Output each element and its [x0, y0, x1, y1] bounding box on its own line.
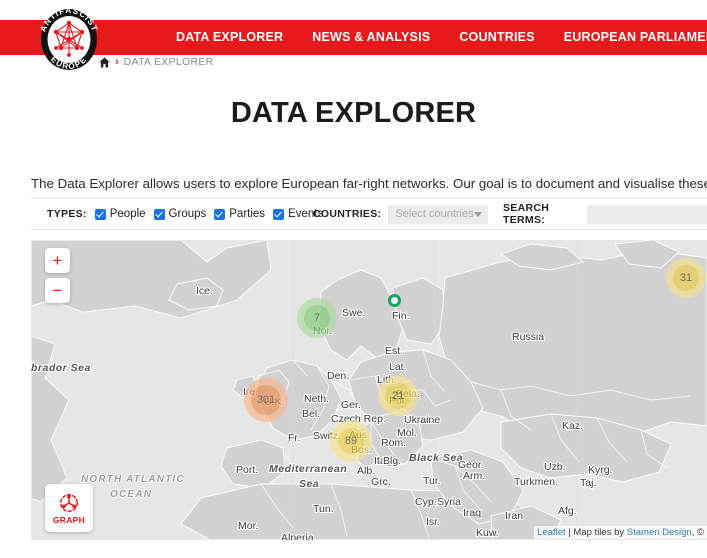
breadcrumb: › DATA EXPLORER	[99, 54, 214, 70]
map-cluster-count: 31	[673, 265, 699, 291]
checkbox-parties-box[interactable]	[214, 208, 226, 220]
map-cluster-marker[interactable]: 301	[244, 378, 288, 422]
graph-view-button-label: GRAPH	[52, 514, 86, 525]
site-logo[interactable]: ANTIFASCIST EUROPE	[33, 6, 105, 71]
map-tiles	[31, 240, 707, 540]
checkbox-parties[interactable]: Parties	[214, 208, 265, 220]
checkbox-groups-box[interactable]	[153, 208, 165, 220]
attribution-leaflet-link[interactable]: Leaflet	[537, 527, 566, 538]
nav-item-news-analysis[interactable]: NEWS & ANALYSIS	[312, 20, 430, 55]
intro-line-1: The Data Explorer allows users to explor…	[31, 176, 707, 191]
map-cluster-marker[interactable]: 89	[330, 420, 372, 462]
leaflet-map[interactable]: brador Sea Black Sea Mediterranean Sea N…	[31, 240, 707, 540]
search-terms-input[interactable]	[586, 204, 707, 224]
map-attribution: Leaflet | Map tiles by Stamen Design, ©	[534, 526, 707, 539]
checkbox-events-box[interactable]	[273, 208, 285, 220]
zoom-out-button[interactable]: −	[45, 278, 70, 303]
filter-bar: TYPES: People Groups Parties Events COUN…	[31, 198, 707, 230]
map-cluster-count: 21	[385, 383, 411, 409]
graph-view-button[interactable]: GRAPH	[45, 484, 93, 532]
attribution-separator: | Map tiles by	[565, 527, 627, 538]
map-cluster-count: 89	[338, 428, 364, 454]
main-navigation-bar: DATA EXPLORER NEWS & ANALYSIS COUNTRIES …	[0, 20, 707, 55]
countries-label: COUNTRIES:	[313, 208, 382, 220]
chevron-down-icon	[474, 211, 483, 217]
network-graph-icon	[60, 493, 78, 512]
zoom-in-button[interactable]: +	[45, 248, 70, 273]
types-label: TYPES:	[47, 208, 87, 220]
countries-select[interactable]: Select countries	[388, 204, 489, 224]
checkbox-parties-label: Parties	[229, 208, 266, 220]
breadcrumb-separator-icon: ›	[115, 56, 119, 68]
attribution-stamen-link[interactable]: Stamen Design	[627, 527, 692, 538]
checkbox-groups[interactable]: Groups	[153, 208, 207, 220]
nav-item-data-explorer[interactable]: DATA EXPLORER	[176, 20, 283, 55]
search-terms-label: SEARCH TERMS:	[503, 202, 550, 226]
types-filter-group: TYPES: People Groups Parties Events	[47, 208, 323, 220]
map-cluster-marker[interactable]: 21	[378, 376, 418, 416]
attribution-suffix: , ©	[691, 527, 704, 538]
countries-filter-group: COUNTRIES: Select countries	[313, 204, 489, 224]
map-single-marker[interactable]	[387, 293, 401, 307]
antifascist-europe-logo-icon: ANTIFASCIST EUROPE	[39, 6, 99, 71]
map-cluster-marker[interactable]: 31	[666, 258, 706, 298]
checkbox-groups-label: Groups	[168, 208, 207, 220]
breadcrumb-current: DATA EXPLORER	[123, 56, 214, 68]
checkbox-people-label: People	[109, 208, 146, 220]
countries-select-placeholder: Select countries	[395, 208, 474, 220]
map-cluster-count: 301	[251, 385, 281, 415]
checkbox-people[interactable]: People	[94, 208, 146, 220]
map-cluster-count: 7	[304, 305, 330, 331]
map-zoom-controls: + −	[45, 248, 70, 308]
nav-links: DATA EXPLORER NEWS & ANALYSIS COUNTRIES …	[176, 20, 707, 55]
map-cluster-marker[interactable]: 7	[297, 298, 337, 338]
checkbox-people-box[interactable]	[94, 208, 106, 220]
nav-item-european-parliament[interactable]: EUROPEAN PARLIAMENT	[564, 20, 707, 55]
nav-item-countries[interactable]: COUNTRIES	[459, 20, 534, 55]
search-filter-group: SEARCH TERMS:	[503, 202, 707, 226]
